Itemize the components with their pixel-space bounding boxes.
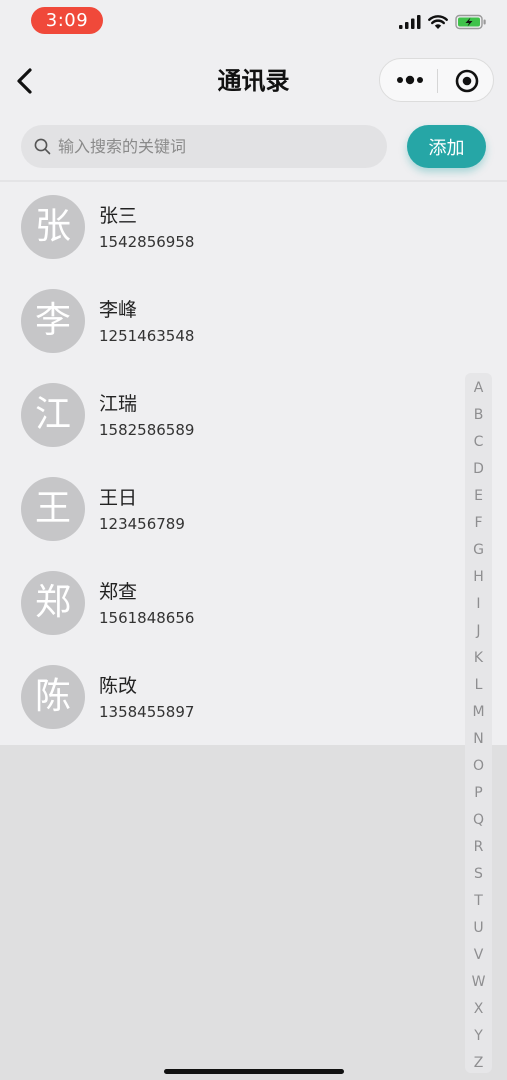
search-input[interactable] (58, 125, 378, 168)
signal-icon (399, 15, 421, 29)
avatar: 郑 (21, 571, 85, 635)
mini-program-capsule (379, 58, 494, 102)
contact-phone: 1561848656 (99, 609, 195, 627)
contact-name: 王日 (99, 487, 138, 509)
alphabet-index-letter[interactable]: S (465, 861, 492, 888)
alphabet-index-letter[interactable]: H (465, 564, 492, 591)
contact-phone: 1582586589 (99, 421, 195, 439)
contact-name: 郑查 (99, 581, 138, 603)
contact-name: 李峰 (99, 299, 138, 321)
search-box (21, 125, 387, 168)
close-mini-program-button[interactable] (455, 69, 479, 93)
contact-phone: 1251463548 (99, 327, 195, 345)
search-row: 添加 (0, 125, 507, 171)
alphabet-index-letter[interactable]: G (465, 537, 492, 564)
alphabet-index-letter[interactable]: Z (465, 1050, 492, 1077)
contact-phone: 1542856958 (99, 233, 195, 251)
alphabet-index-letter[interactable]: M (465, 699, 492, 726)
alphabet-index-letter[interactable]: V (465, 942, 492, 969)
home-indicator (164, 1069, 344, 1074)
contact-name: 江瑞 (99, 393, 138, 415)
list-item[interactable]: 张 张三 1542856958 (0, 183, 460, 277)
alphabet-index-letter[interactable]: C (465, 429, 492, 456)
alphabet-index-letter[interactable]: R (465, 834, 492, 861)
alphabet-index-letter[interactable]: U (465, 915, 492, 942)
avatar: 李 (21, 289, 85, 353)
avatar: 江 (21, 383, 85, 447)
alphabet-index-letter[interactable]: L (465, 672, 492, 699)
alphabet-index-letter[interactable]: Q (465, 807, 492, 834)
alphabet-index-letter[interactable]: E (465, 483, 492, 510)
alphabet-index: ABCDEFGHIJKLMNOPQRSTUVWXYZ (465, 373, 492, 1073)
status-bar: 3:09 (0, 0, 507, 44)
list-item[interactable]: 王 王日 123456789 (0, 465, 460, 559)
alphabet-index-letter[interactable]: D (465, 456, 492, 483)
avatar: 陈 (21, 665, 85, 729)
battery-charging-icon (455, 14, 486, 30)
contact-phone: 123456789 (99, 515, 185, 533)
status-icons (399, 14, 487, 30)
alphabet-index-letter[interactable]: P (465, 780, 492, 807)
add-button[interactable]: 添加 (407, 125, 486, 168)
target-icon (455, 69, 479, 93)
more-dots-icon (397, 75, 423, 85)
list-item[interactable]: 郑 郑查 1561848656 (0, 559, 460, 653)
wifi-icon (428, 14, 448, 29)
status-time: 3:09 (31, 7, 103, 34)
alphabet-index-letter[interactable]: B (465, 402, 492, 429)
alphabet-index-letter[interactable]: Y (465, 1023, 492, 1050)
contact-phone: 1358455897 (99, 703, 195, 721)
more-button[interactable] (396, 71, 424, 89)
list-item[interactable]: 李 李峰 1251463548 (0, 277, 460, 371)
alphabet-index-letter[interactable]: W (465, 969, 492, 996)
alphabet-index-letter[interactable]: T (465, 888, 492, 915)
contact-name: 张三 (99, 205, 138, 227)
avatar: 张 (21, 195, 85, 259)
avatar: 王 (21, 477, 85, 541)
alphabet-index-letter[interactable]: F (465, 510, 492, 537)
alphabet-index-letter[interactable]: N (465, 726, 492, 753)
contact-name: 陈改 (99, 675, 138, 697)
nav-bar: 通讯录 (0, 56, 507, 106)
list-item[interactable]: 江 江瑞 1582586589 (0, 371, 460, 465)
alphabet-index-letter[interactable]: K (465, 645, 492, 672)
alphabet-index-letter[interactable]: I (465, 591, 492, 618)
alphabet-index-letter[interactable]: X (465, 996, 492, 1023)
divider (0, 180, 507, 182)
alphabet-index-letter[interactable]: O (465, 753, 492, 780)
alphabet-index-letter[interactable]: J (465, 618, 492, 645)
alphabet-index-letter[interactable]: A (465, 375, 492, 402)
search-icon (34, 138, 51, 155)
capsule-divider (437, 69, 438, 93)
list-item[interactable]: 陈 陈改 1358455897 (0, 653, 460, 747)
